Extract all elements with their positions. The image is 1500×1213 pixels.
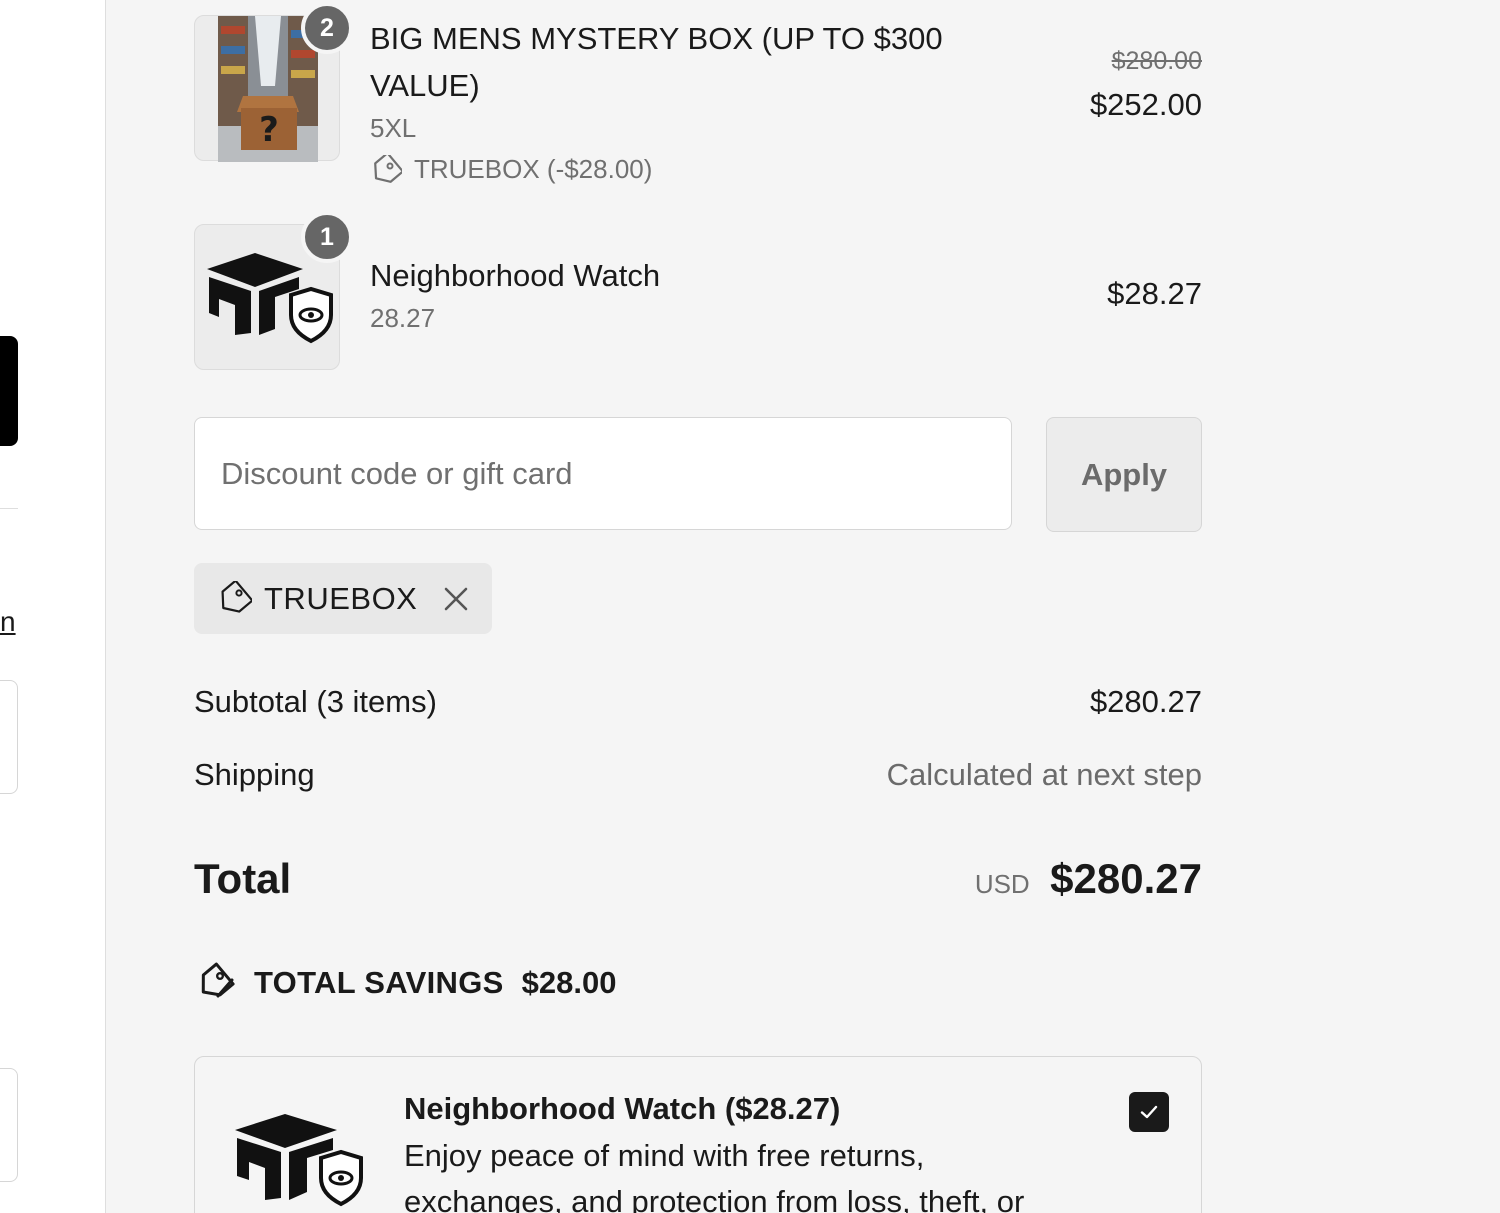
protection-description: Enjoy peace of mind with free returns, e… [404, 1138, 1025, 1213]
total-savings: TOTAL SAVINGS $28.00 [194, 962, 616, 1004]
discount-code-input[interactable] [194, 417, 1012, 530]
main-link[interactable]: n [0, 606, 16, 638]
applied-discount-tag: TRUEBOX [194, 563, 492, 634]
form-field[interactable] [0, 680, 18, 794]
tags-icon [201, 962, 235, 998]
subtotal-label: Subtotal (3 items) [194, 684, 437, 719]
line-discount-label: TRUEBOX (-$28.00) [414, 154, 653, 184]
shipping-value: Calculated at next step [886, 757, 1202, 792]
product-image: 1 [194, 211, 353, 370]
product-variant: 5XL [370, 113, 417, 143]
subtotal-value: $280.27 [1089, 684, 1202, 719]
product-name: BIG MENS MYSTERY BOX (UP TO $300 VALUE) [370, 21, 943, 103]
product-variant: 28.27 [370, 303, 436, 333]
neighborhood-watch-logo [235, 1114, 363, 1207]
quantity-badge: 2 [301, 2, 353, 54]
total-row: Total USD $280.27 [194, 855, 1202, 903]
protection-title: Neighborhood Watch ($28.27) [404, 1091, 841, 1126]
form-field[interactable] [0, 1068, 18, 1182]
quantity-badge: 1 [301, 211, 353, 263]
shipping-row: Shipping Calculated at next step [194, 757, 1202, 793]
svg-text:?: ? [259, 110, 279, 150]
tag-icon [374, 154, 402, 183]
order-summary: ? 2 BIG MENS MYSTERY BOX (UP TO $300 VAL… [105, 0, 1500, 1213]
total-savings-amount: $28.00 [521, 965, 617, 1000]
remove-discount-button[interactable] [441, 584, 471, 614]
protection-offer: Neighborhood Watch ($28.27) Enjoy peace … [194, 1056, 1202, 1213]
line-discount: TRUEBOX (-$28.00) [370, 154, 652, 185]
total-savings-label: TOTAL SAVINGS [254, 965, 504, 1000]
close-icon [445, 587, 468, 610]
shipping-label: Shipping [194, 757, 315, 792]
tag-icon [221, 580, 252, 613]
line-price: $28.27 [1107, 276, 1202, 311]
total-amount: USD $280.27 [975, 855, 1202, 903]
compare-at-price: $280.00 [1111, 47, 1202, 75]
protection-checkbox[interactable] [1129, 1092, 1169, 1132]
currency-code: USD [974, 869, 1030, 899]
applied-discount-code: TRUEBOX [264, 580, 418, 616]
product-name: Neighborhood Watch [370, 258, 661, 293]
line-price: $252.00 [1089, 87, 1202, 122]
discount-form: Apply [194, 417, 1202, 532]
apply-discount-button[interactable]: Apply [1046, 417, 1202, 532]
divider [0, 508, 18, 509]
checkmark-icon [1140, 1105, 1158, 1119]
line-item: 1 Neighborhood Watch 28.27 $28.27 [194, 211, 1202, 370]
subtotal-row: Subtotal (3 items) $280.27 [194, 684, 1202, 720]
primary-button[interactable] [0, 336, 18, 446]
total-label: Total [194, 855, 292, 902]
main-column: n [0, 0, 105, 1213]
product-image: ? 2 [194, 2, 353, 162]
line-item: ? 2 BIG MENS MYSTERY BOX (UP TO $300 VAL… [194, 2, 1202, 195]
total-value: $280.27 [1050, 855, 1202, 902]
